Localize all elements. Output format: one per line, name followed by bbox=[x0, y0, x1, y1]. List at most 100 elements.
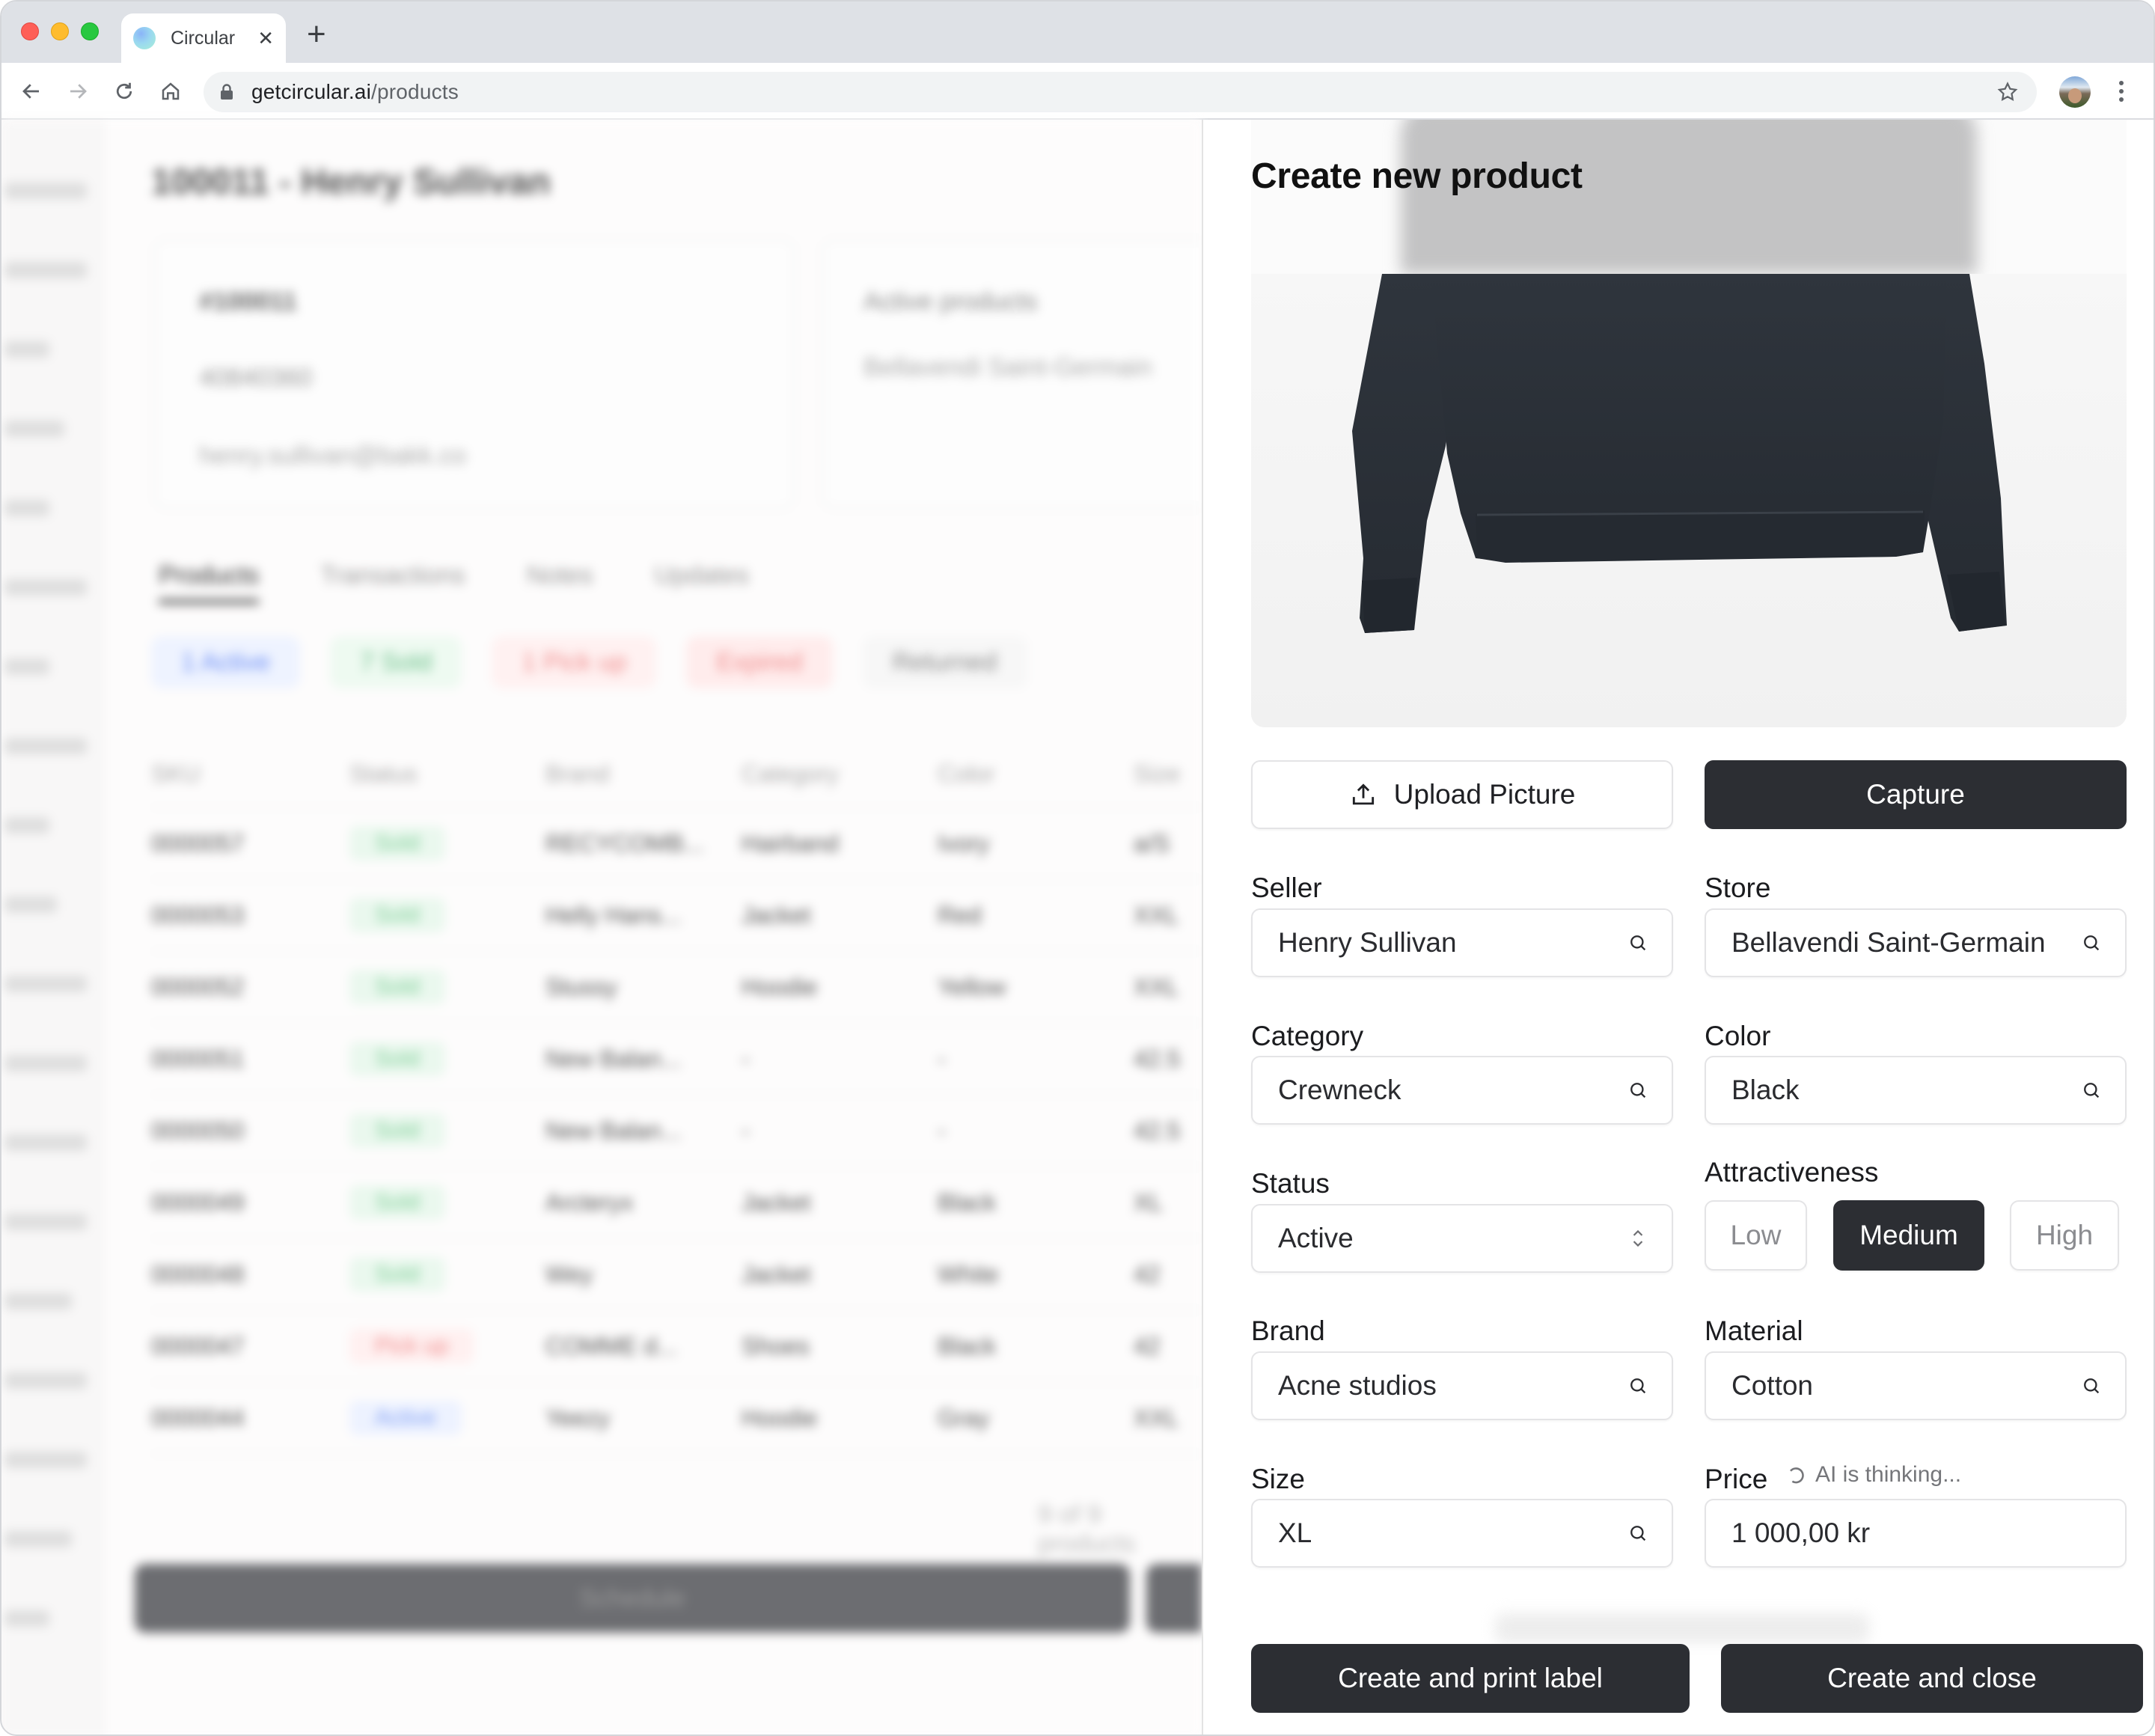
cell-status: Sold bbox=[349, 1042, 545, 1076]
category-field[interactable]: Crewneck bbox=[1251, 1056, 1673, 1125]
cell-color: Ivory bbox=[938, 829, 990, 857]
capture-button[interactable]: Capture bbox=[1705, 760, 2127, 829]
close-tab-icon[interactable]: ✕ bbox=[257, 28, 274, 48]
table-row[interactable]: 0000052 Sold Stussy Hoodie Yellow XXL bbox=[151, 952, 1202, 1024]
cell-category: Hoodie bbox=[742, 973, 818, 1000]
filter-chip-returned[interactable]: Returned bbox=[862, 636, 1027, 688]
address-bar[interactable]: getcircular.ai/products bbox=[204, 72, 2037, 112]
back-arrow-icon[interactable] bbox=[15, 75, 48, 108]
create-and-print-label-button[interactable]: Create and print label bbox=[1251, 1644, 1690, 1713]
seller-field[interactable]: Henry Sullivan bbox=[1251, 908, 1673, 977]
price-field[interactable]: 1 000,00 kr bbox=[1705, 1499, 2127, 1568]
filter-chip-pickup[interactable]: 1 Pick up bbox=[492, 636, 657, 688]
search-icon[interactable] bbox=[2080, 1079, 2103, 1101]
cell-sku: 0000052 bbox=[151, 973, 245, 1000]
cell-status: Sold bbox=[349, 1185, 545, 1220]
cell-status: Active bbox=[349, 1401, 545, 1435]
lock-icon bbox=[220, 84, 233, 100]
customer-tabs: Products Transactions Notes Updates bbox=[159, 561, 749, 604]
cell-status: Sold bbox=[349, 970, 545, 1004]
upload-picture-button[interactable]: Upload Picture bbox=[1251, 760, 1673, 829]
cell-category: Jacket bbox=[742, 1260, 811, 1288]
cell-sku: 0000049 bbox=[151, 1188, 245, 1216]
cell-category: Shoes bbox=[742, 1332, 810, 1360]
tab-transactions[interactable]: Transactions bbox=[320, 561, 465, 604]
cell-color: Red bbox=[938, 901, 982, 929]
cell-status: Sold bbox=[349, 826, 545, 861]
cell-color: White bbox=[938, 1260, 999, 1288]
attractiveness-high-button[interactable]: High bbox=[2010, 1200, 2119, 1271]
bookmark-star-icon[interactable] bbox=[1996, 81, 2019, 107]
tab-updates[interactable]: Updates bbox=[654, 561, 749, 604]
filter-chip-active[interactable]: 1 Active bbox=[151, 636, 301, 688]
table-row[interactable]: 0000053 Sold Helly Hans... Jacket Red XXL bbox=[151, 880, 1202, 952]
filter-chip-sold[interactable]: 7 Sold bbox=[330, 636, 462, 688]
cell-sku: 0000051 bbox=[151, 1045, 245, 1072]
table-row[interactable]: 0000051 Sold New Balan... - - 42.5 bbox=[151, 1024, 1202, 1095]
minimize-window-button[interactable] bbox=[51, 22, 69, 40]
search-icon[interactable] bbox=[1627, 1375, 1649, 1397]
customer-id: #100011 bbox=[199, 287, 297, 316]
table-row[interactable]: 0000044 Active Yeezy Hoodie Gray XXL bbox=[151, 1383, 1202, 1455]
upload-icon bbox=[1352, 783, 1374, 805]
cell-sku: 0000044 bbox=[151, 1404, 245, 1431]
tab-notes[interactable]: Notes bbox=[527, 561, 593, 604]
search-icon[interactable] bbox=[2080, 932, 2103, 954]
status-select[interactable]: Active bbox=[1251, 1204, 1673, 1273]
table-row[interactable]: 0000049 Sold Arcteryx Jacket Black XL bbox=[151, 1167, 1202, 1239]
home-icon[interactable] bbox=[154, 75, 187, 108]
size-field[interactable]: XL bbox=[1251, 1499, 1673, 1568]
schedule-button[interactable]: Schedule bbox=[135, 1564, 1130, 1633]
cell-size: 42 bbox=[1134, 1260, 1161, 1288]
cell-size: XXL bbox=[1134, 973, 1179, 1000]
customer-phone: 40840360 bbox=[199, 364, 313, 392]
secondary-action-button[interactable] bbox=[1146, 1564, 1202, 1633]
profile-avatar[interactable] bbox=[2059, 76, 2091, 108]
table-row[interactable]: 0000050 Sold New Balan... - - 42.5 bbox=[151, 1095, 1202, 1167]
browser-menu-icon[interactable] bbox=[2119, 81, 2125, 102]
cell-sku: 0000048 bbox=[151, 1260, 245, 1288]
customer-page-title: 100011 - Henry Sullivan bbox=[151, 162, 551, 202]
store-label: Store bbox=[1705, 872, 1771, 903]
search-icon[interactable] bbox=[1627, 1522, 1649, 1544]
attractiveness-low-button[interactable]: Low bbox=[1705, 1200, 1807, 1271]
cell-status: Pick up bbox=[349, 1329, 545, 1363]
cell-category: Jacket bbox=[742, 901, 811, 929]
cell-category: Jacket bbox=[742, 1188, 811, 1216]
tab-products[interactable]: Products bbox=[159, 561, 260, 604]
cell-category: Hoodie bbox=[742, 1404, 818, 1431]
status-badge: Active bbox=[349, 1401, 462, 1435]
table-row[interactable]: 0000048 Sold Wey Jacket White 42 bbox=[151, 1239, 1202, 1311]
create-and-close-button[interactable]: Create and close bbox=[1721, 1644, 2143, 1713]
table-header-row: SKU Status Brand Category Color Size bbox=[151, 741, 1202, 808]
browser-tab[interactable]: Circular ✕ bbox=[121, 13, 286, 63]
cell-sku: 0000053 bbox=[151, 901, 245, 929]
new-tab-icon[interactable]: + bbox=[307, 18, 326, 51]
color-field[interactable]: Black bbox=[1705, 1056, 2127, 1125]
attractiveness-medium-button[interactable]: Medium bbox=[1833, 1200, 1984, 1271]
cell-brand: Arcteryx bbox=[545, 1188, 634, 1216]
loading-spinner-icon bbox=[1790, 1467, 1804, 1484]
active-products-card: Active products Bellavendi Saint-Germain bbox=[822, 239, 1202, 509]
customer-info-card: #100011 40840360 henry.sullivan@bakk.co bbox=[154, 239, 795, 509]
cell-brand: Stussy bbox=[545, 973, 618, 1000]
status-badge: Pick up bbox=[349, 1329, 474, 1363]
search-icon[interactable] bbox=[1627, 932, 1649, 954]
column-header-color: Color bbox=[938, 760, 995, 787]
store-field[interactable]: Bellavendi Saint-Germain bbox=[1705, 908, 2127, 977]
search-icon[interactable] bbox=[2080, 1375, 2103, 1397]
material-field[interactable]: Cotton bbox=[1705, 1351, 2127, 1420]
close-window-button[interactable] bbox=[21, 22, 39, 40]
price-label: Price bbox=[1705, 1464, 1768, 1494]
search-icon[interactable] bbox=[1627, 1079, 1649, 1101]
maximize-window-button[interactable] bbox=[81, 22, 99, 40]
reload-icon[interactable] bbox=[108, 75, 141, 108]
table-row[interactable]: 0000057 Sold RECYCOMB... Hairband Ivory a/S bbox=[151, 808, 1202, 880]
forward-arrow-icon[interactable] bbox=[61, 75, 94, 108]
filter-chip-expired[interactable]: Expired bbox=[686, 636, 833, 688]
brand-field[interactable]: Acne studios bbox=[1251, 1351, 1673, 1420]
cell-sku: 0000057 bbox=[151, 829, 245, 857]
column-header-category: Category bbox=[742, 760, 839, 787]
column-header-brand: Brand bbox=[545, 760, 610, 787]
table-row[interactable]: 0000047 Pick up COMME d... Shoes Black 42 bbox=[151, 1311, 1202, 1383]
